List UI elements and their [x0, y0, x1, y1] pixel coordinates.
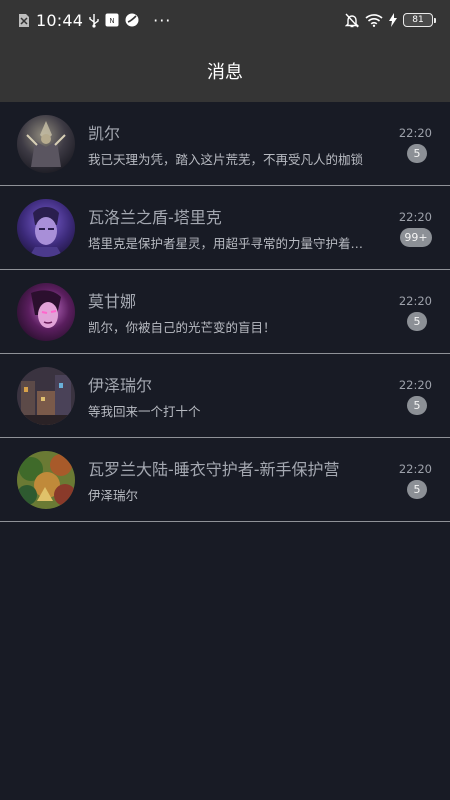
- silent-icon: [345, 13, 359, 28]
- conversation-preview: 凯尔，你被自己的光芒变的盲目！: [88, 320, 276, 335]
- conversation-name: 瓦洛兰之盾-塔里克: [88, 208, 222, 227]
- conversation-preview: 塔里克是保护者星灵，用超乎寻常的力量守护着符文之地: [88, 236, 364, 251]
- header-bar: 消息: [0, 40, 450, 102]
- svg-text:N: N: [109, 17, 114, 25]
- conversation-time: 22:20: [398, 378, 432, 392]
- unread-badge: 5: [407, 312, 427, 331]
- conversation-item[interactable]: 莫甘娜 凯尔，你被自己的光芒变的盲目！ 22:20 5: [0, 270, 450, 354]
- unread-badge: 5: [407, 396, 427, 415]
- conversation-time: 22:20: [398, 462, 432, 476]
- charging-icon: [389, 13, 397, 27]
- battery-tip: [434, 17, 436, 23]
- unread-badge: 5: [407, 144, 427, 163]
- dark-angel-avatar[interactable]: [17, 283, 75, 341]
- sim-off-icon: [18, 13, 30, 28]
- conversation-preview: 等我回来一个打十个: [88, 404, 201, 419]
- wifi-icon: [365, 13, 383, 27]
- usb-icon: [89, 13, 99, 28]
- nfc-icon: N: [105, 13, 119, 27]
- page-title: 消息: [207, 62, 243, 83]
- conversation-item[interactable]: 瓦罗兰大陆-睡衣守护者-新手保护营 伊泽瑞尔 22:20 5: [0, 438, 450, 522]
- clock: 10:44: [36, 10, 84, 30]
- warrior-avatar[interactable]: [17, 115, 75, 173]
- conversation-list: 凯尔 我已天理为凭，踏入这片荒芜，不再受凡人的枷锁 22:20 5 瓦洛兰之盾-…: [0, 102, 450, 522]
- more-dots-icon: ···: [153, 10, 172, 30]
- conversation-item[interactable]: 凯尔 我已天理为凭，踏入这片荒芜，不再受凡人的枷锁 22:20 5: [0, 102, 450, 186]
- battery-level: 81: [403, 13, 433, 27]
- battery-icon: 81: [403, 13, 436, 27]
- conversation-time: 22:20: [398, 126, 432, 140]
- purple-hero-avatar[interactable]: [17, 199, 75, 257]
- conversation-time: 22:20: [398, 294, 432, 308]
- unread-badge: 99+: [400, 228, 432, 247]
- conversation-item[interactable]: 瓦洛兰之盾-塔里克 塔里克是保护者星灵，用超乎寻常的力量守护着符文之地 22:2…: [0, 186, 450, 270]
- conversation-time: 22:20: [398, 210, 432, 224]
- conversation-preview: 伊泽瑞尔: [88, 488, 139, 503]
- browser-icon: [125, 13, 139, 27]
- conversation-preview: 我已天理为凭，踏入这片荒芜，不再受凡人的枷锁: [88, 152, 364, 167]
- forest-avatar[interactable]: [17, 451, 75, 509]
- conversation-item[interactable]: 伊泽瑞尔 等我回来一个打十个 22:20 5: [0, 354, 450, 438]
- conversation-name: 伊泽瑞尔: [88, 376, 153, 395]
- conversation-name: 莫甘娜: [88, 292, 137, 311]
- status-bar: 10:44 N ··· 81: [0, 0, 450, 40]
- conversation-name: 瓦罗兰大陆-睡衣守护者-新手保护营: [88, 460, 340, 479]
- conversation-name: 凯尔: [88, 124, 121, 143]
- city-avatar[interactable]: [17, 367, 75, 425]
- unread-badge: 5: [407, 480, 427, 499]
